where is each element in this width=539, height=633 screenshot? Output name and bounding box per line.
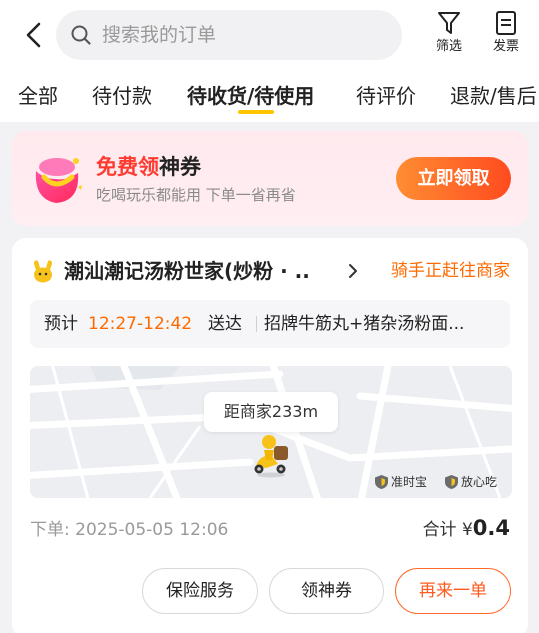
- order-total: 合计 ¥0.4: [423, 514, 510, 544]
- coupon-banner[interactable]: 免费领神券 吃喝玩乐都能用 下单一省再省 立即领取: [12, 131, 528, 226]
- shop-header[interactable]: 潮汕潮记汤粉世家(炒粉 · .. 骑手正赶往商家: [12, 238, 528, 304]
- back-arrow-icon[interactable]: [20, 20, 50, 50]
- eta-time: 12:27-12:42: [88, 314, 193, 334]
- eta-suffix: 送达: [208, 314, 242, 334]
- banner-title: 免费领神券: [96, 153, 201, 181]
- claim-coupon-button[interactable]: 领神券: [269, 568, 384, 614]
- search-input[interactable]: 搜索我的订单: [56, 10, 402, 60]
- tab-pending-review[interactable]: 待评价: [356, 82, 416, 110]
- safe-food-badge: 放心吃: [445, 472, 497, 492]
- total-amount: 0.4: [472, 516, 510, 540]
- search-placeholder: 搜索我的订单: [102, 24, 217, 46]
- reorder-button[interactable]: 再来一单: [395, 568, 511, 614]
- ontime-badge: 准时宝: [375, 472, 427, 492]
- banner-title-highlight: 免费领: [96, 155, 159, 179]
- chevron-right-icon: [349, 264, 357, 278]
- shield-icon: [445, 475, 458, 489]
- total-label: 合计: [422, 520, 457, 540]
- eta-prefix: 预计: [44, 314, 78, 334]
- delivery-map[interactable]: 距商家233m 准时宝 放心吃: [30, 366, 512, 498]
- search-icon: [71, 25, 91, 45]
- shop-logo-icon: [34, 260, 52, 283]
- banner-title-rest: 神券: [159, 155, 201, 179]
- coupon-bag-icon: [35, 158, 82, 203]
- insurance-service-button[interactable]: 保险服务: [142, 568, 258, 614]
- distance-label: 距商家233m: [204, 392, 338, 432]
- claim-now-button[interactable]: 立即领取: [396, 157, 511, 200]
- tab-indicator: [238, 110, 274, 114]
- shield-icon: [375, 475, 388, 489]
- invoice-button[interactable]: 发票: [484, 10, 528, 64]
- invoice-label: 发票: [492, 39, 519, 54]
- tab-pending-payment[interactable]: 待付款: [92, 82, 152, 110]
- tab-all[interactable]: 全部: [18, 82, 58, 110]
- top-bar: 搜索我的订单 筛选 发票: [0, 0, 539, 70]
- rider-icon: [254, 435, 288, 478]
- total-currency: ¥: [461, 520, 473, 540]
- filter-label: 筛选: [435, 39, 462, 54]
- eta-divider: [256, 316, 257, 332]
- delivery-eta: 预计 12:27-12:42 送达 招牌牛筋丸+猪杂汤粉面...: [30, 300, 510, 348]
- tab-refund[interactable]: 退款/售后: [450, 82, 537, 110]
- invoice-icon: [496, 11, 516, 35]
- ontime-badge-label: 准时宝: [391, 475, 428, 489]
- order-items: 招牌牛筋丸+猪杂汤粉面...: [264, 314, 465, 334]
- filter-button[interactable]: 筛选: [427, 10, 471, 64]
- safe-food-badge-label: 放心吃: [461, 475, 498, 489]
- order-time: 下单: 2025-05-05 12:06: [30, 520, 229, 540]
- order-status: 骑手正赶往商家: [391, 261, 510, 281]
- order-tabs: 全部 待付款 待收货/待使用 待评价 退款/售后: [0, 70, 539, 122]
- filter-icon: [438, 12, 460, 34]
- shop-name: 潮汕潮记汤粉世家(炒粉 · ..: [64, 259, 310, 283]
- order-card[interactable]: 潮汕潮记汤粉世家(炒粉 · .. 骑手正赶往商家 预计 12:27-12:42 …: [12, 238, 528, 633]
- tab-pending-receipt[interactable]: 待收货/待使用: [187, 82, 314, 110]
- banner-subtitle: 吃喝玩乐都能用 下单一省再省: [96, 186, 296, 204]
